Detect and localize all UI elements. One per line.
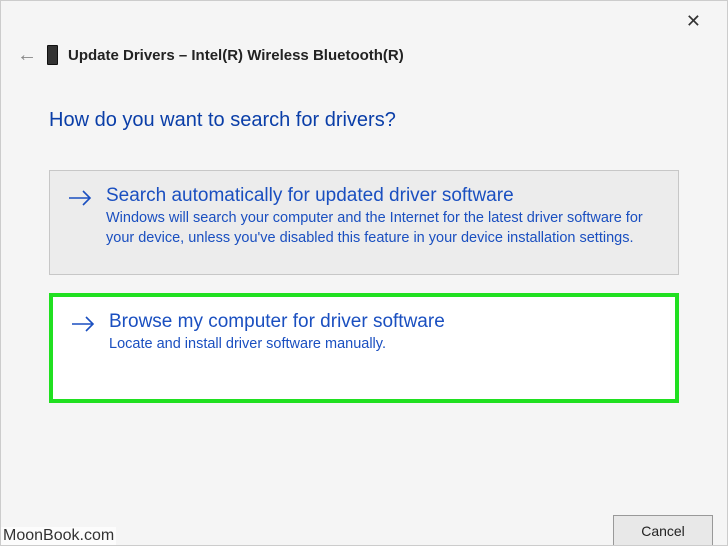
dialog-content: How do you want to search for drivers? S… <box>49 109 679 421</box>
option-browse-computer[interactable]: Browse my computer for driver software L… <box>49 293 679 403</box>
arrow-right-icon <box>71 315 95 333</box>
option-search-automatically[interactable]: Search automatically for updated driver … <box>49 170 679 275</box>
option-body: Browse my computer for driver software L… <box>109 311 657 355</box>
option-title: Search automatically for updated driver … <box>106 185 660 207</box>
dialog-title: Update Drivers – Intel(R) Wireless Bluet… <box>68 47 404 64</box>
option-description: Locate and install driver software manua… <box>109 335 657 355</box>
back-arrow-icon: ← <box>17 45 37 65</box>
dialog-header: ← Update Drivers – Intel(R) Wireless Blu… <box>17 45 711 65</box>
option-title: Browse my computer for driver software <box>109 311 657 333</box>
close-button[interactable]: ✕ <box>678 7 709 36</box>
option-body: Search automatically for updated driver … <box>106 185 660 248</box>
arrow-right-icon <box>68 189 92 207</box>
watermark: MoonBook.com <box>1 527 116 545</box>
cancel-button[interactable]: Cancel <box>613 515 713 545</box>
prompt-heading: How do you want to search for drivers? <box>49 109 679 132</box>
option-description: Windows will search your computer and th… <box>106 209 660 248</box>
device-icon <box>47 45 58 65</box>
